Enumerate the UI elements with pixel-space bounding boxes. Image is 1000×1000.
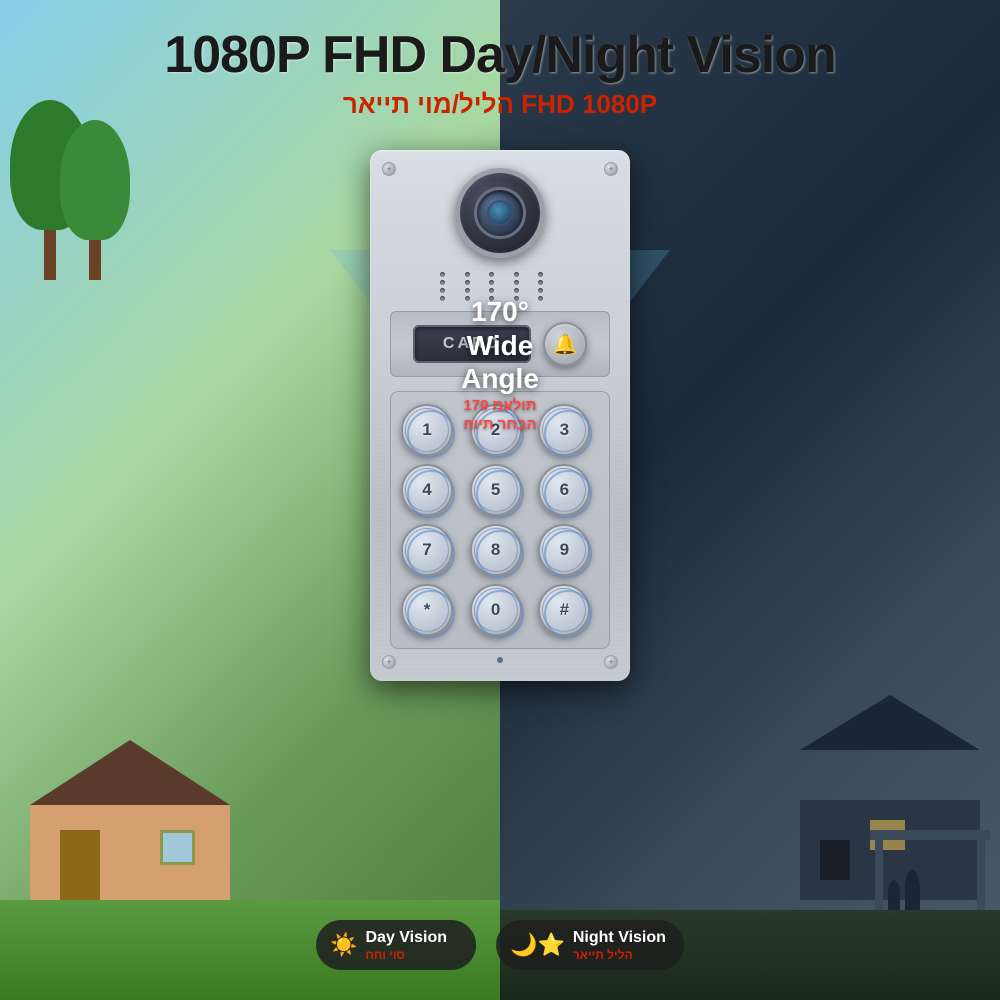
day-vision-label-he: סוי וחח: [365, 948, 447, 962]
device-panel: CARD 🔔 123 456 789 * 0 #: [370, 150, 630, 681]
screw-bottom-right: [604, 655, 618, 669]
mic-dot: [514, 280, 519, 285]
main-title-hebrew: הליל/מוי תייאר FHD 1080P: [164, 89, 835, 120]
key-#[interactable]: #: [538, 584, 590, 636]
mic-dot: [514, 296, 519, 301]
microphone-dots: [440, 272, 560, 301]
camera-section: [390, 168, 610, 258]
night-vision-badge: 🌙⭐ Night Vision הליל תייאר: [496, 920, 684, 970]
mic-dot: [514, 288, 519, 293]
mic-dot: [489, 280, 494, 285]
key-5[interactable]: 5: [470, 464, 522, 516]
bottom-badges: ☀️ Day Vision סוי וחח 🌙⭐ Night Vision הל…: [316, 920, 684, 970]
key-2[interactable]: 2: [470, 404, 522, 456]
keypad: 123 456 789 * 0 #: [390, 391, 610, 649]
device-wrapper: 170° Wide Angle תולעמ 170 הבחר תיוח: [370, 150, 630, 681]
mic-dot: [440, 280, 445, 285]
mic-dot: [514, 272, 519, 277]
mic-dot: [465, 296, 470, 301]
night-vision-label-en: Night Vision: [573, 928, 666, 947]
key-8[interactable]: 8: [470, 524, 522, 576]
key-3[interactable]: 3: [538, 404, 590, 456]
card-slot[interactable]: CARD: [413, 325, 531, 363]
mic-dot: [465, 272, 470, 277]
header: 1080P FHD Day/Night Vision הליל/מוי תייא…: [164, 0, 835, 120]
led-indicator: [497, 657, 503, 663]
mic-dot: [440, 296, 445, 301]
mic-dot: [538, 272, 543, 277]
night-vision-label-he: הליל תייאר: [573, 948, 666, 962]
key-1[interactable]: 1: [401, 404, 453, 456]
night-vision-text: Night Vision הליל תייאר: [573, 928, 666, 962]
mic-dot: [440, 288, 445, 293]
mic-dot: [489, 272, 494, 277]
key-*[interactable]: *: [401, 584, 453, 636]
camera-lens: [474, 187, 526, 239]
bell-button[interactable]: 🔔: [543, 322, 587, 366]
key-7[interactable]: 7: [401, 524, 453, 576]
mic-dot: [538, 280, 543, 285]
mic-dot: [538, 296, 543, 301]
mic-dot: [538, 288, 543, 293]
sun-icon: ☀️: [330, 932, 357, 958]
screw-bottom-left: [382, 655, 396, 669]
main-title: 1080P FHD Day/Night Vision: [164, 25, 835, 85]
camera-inner-lens: [487, 200, 513, 226]
bell-icon: 🔔: [553, 332, 578, 357]
camera-housing: [455, 168, 545, 258]
mic-dot: [489, 288, 494, 293]
key-6[interactable]: 6: [538, 464, 590, 516]
keypad-grid: 123 456 789 * 0 #: [401, 404, 599, 636]
day-vision-text: Day Vision סוי וחח: [365, 928, 447, 962]
mic-dot: [489, 296, 494, 301]
key-4[interactable]: 4: [401, 464, 453, 516]
day-vision-badge: ☀️ Day Vision סוי וחח: [316, 920, 476, 970]
mic-dot: [465, 288, 470, 293]
moon-star-icon: 🌙⭐: [510, 932, 565, 958]
day-vision-label-en: Day Vision: [365, 928, 447, 947]
mic-dot: [465, 280, 470, 285]
main-content: 1080P FHD Day/Night Vision הליל/מוי תייא…: [0, 0, 1000, 1000]
key-9[interactable]: 9: [538, 524, 590, 576]
card-bell-row: CARD 🔔: [390, 311, 610, 377]
mic-dot: [440, 272, 445, 277]
key-0[interactable]: 0: [470, 584, 522, 636]
